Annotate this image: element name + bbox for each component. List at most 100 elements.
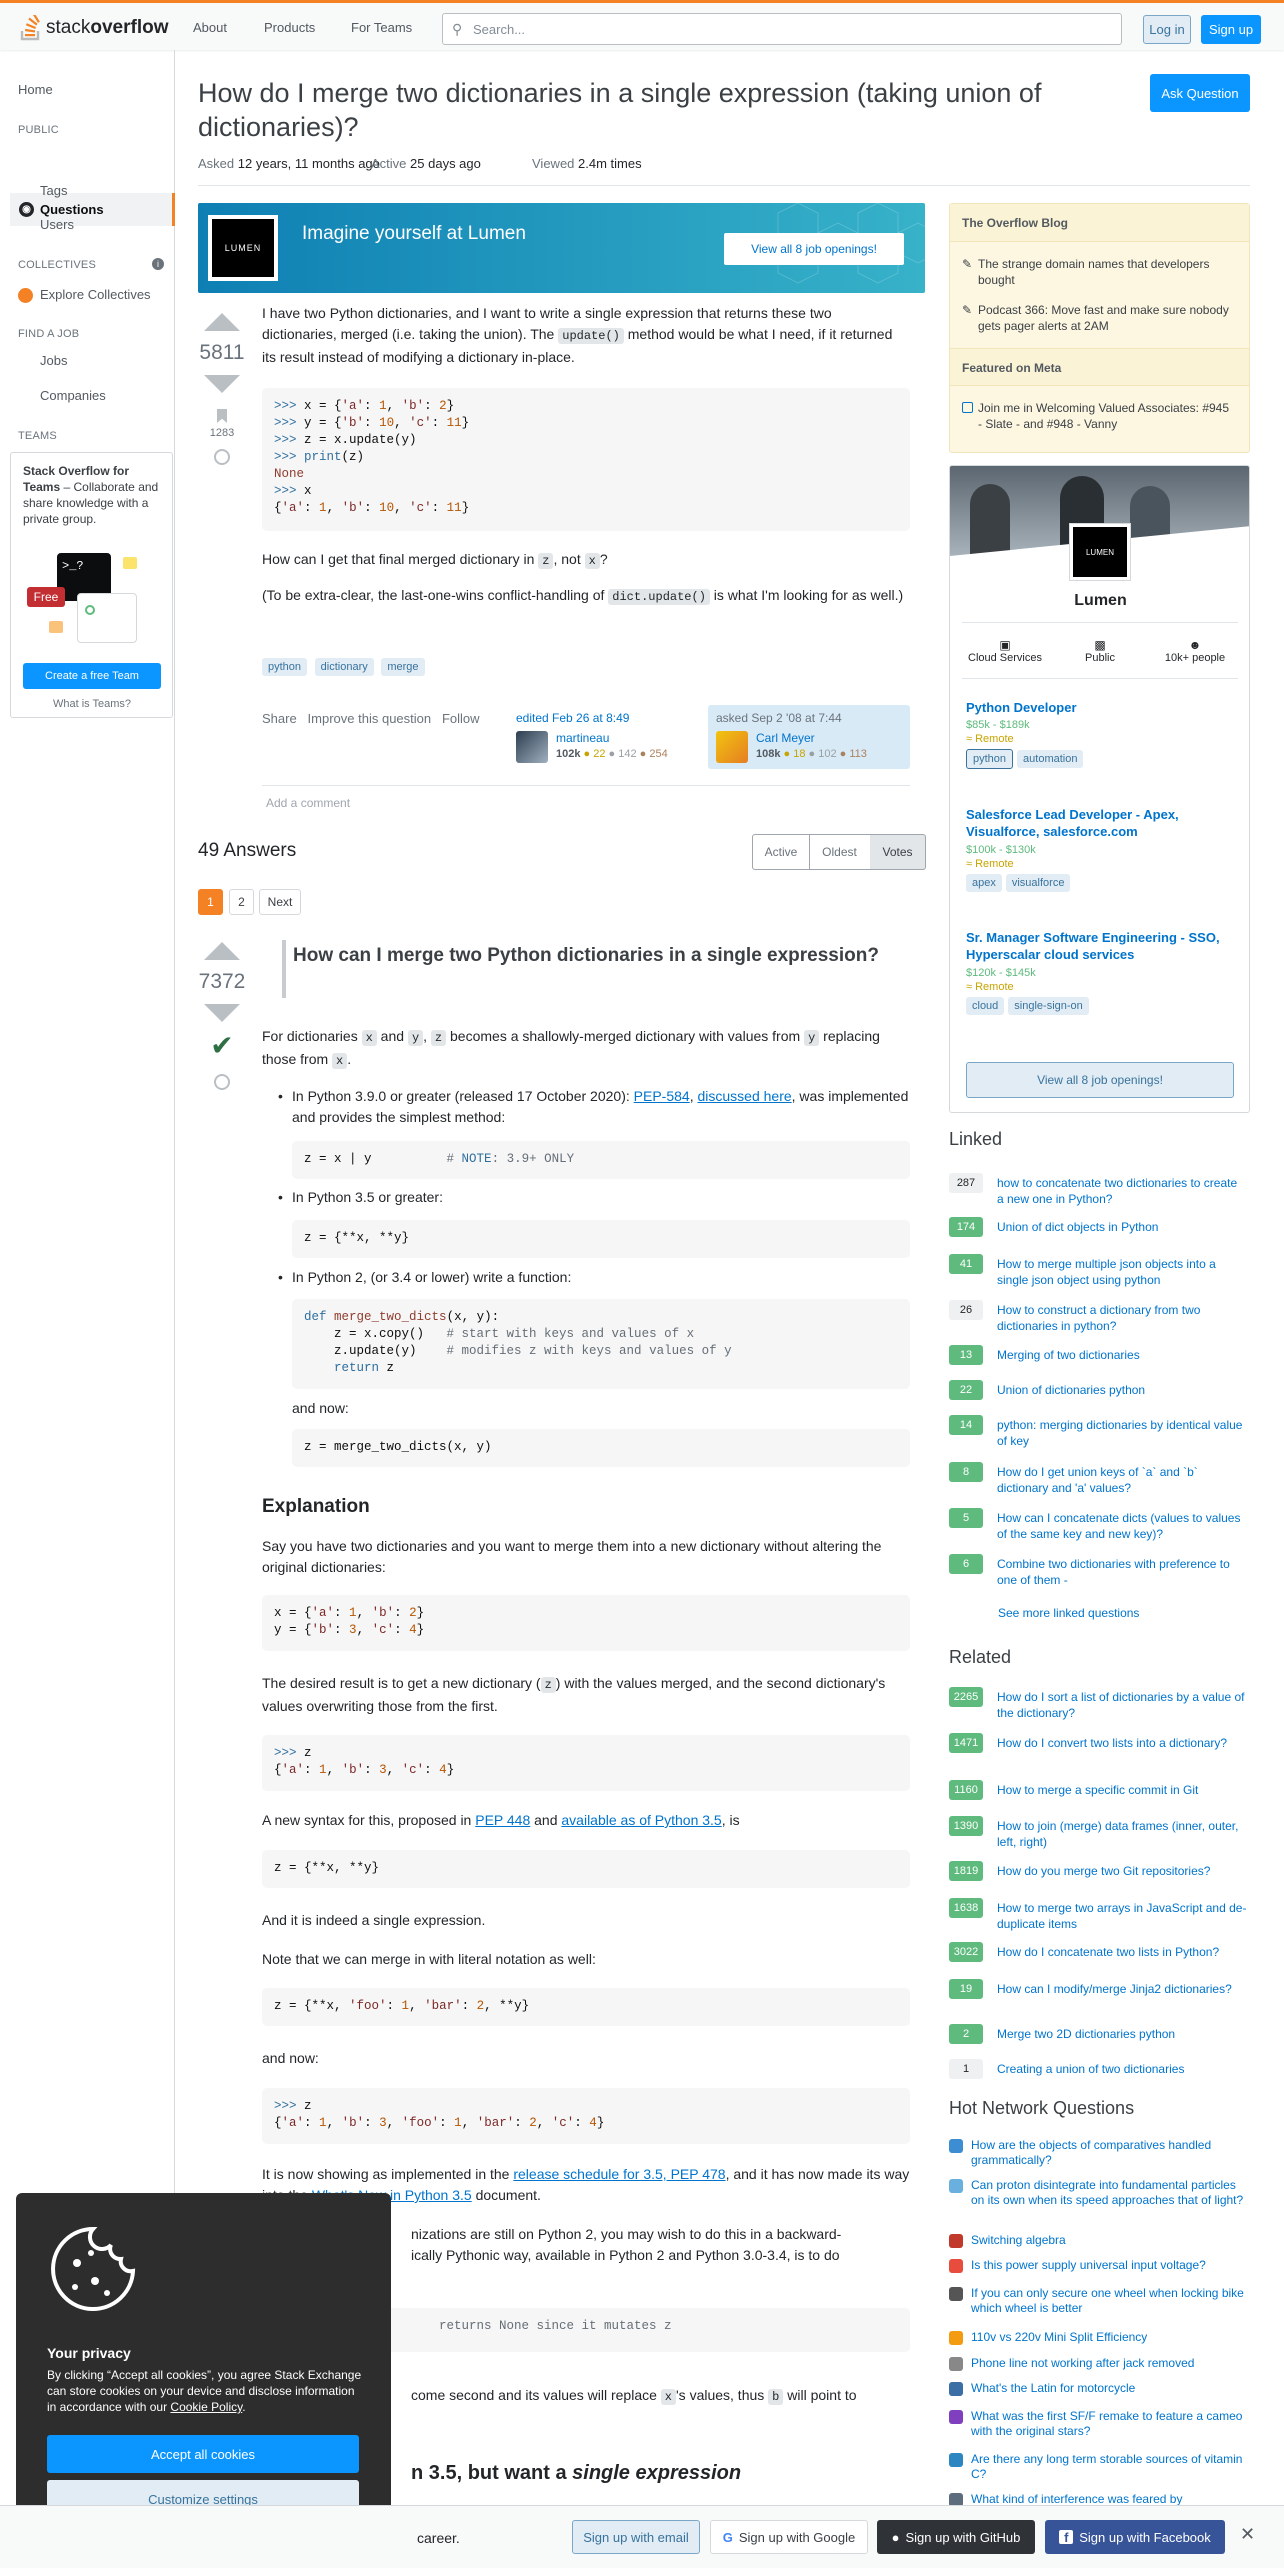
linked-title[interactable]: python: merging dictionaries by identica… — [997, 1417, 1247, 1449]
bookmark-icon[interactable] — [217, 409, 227, 423]
upvote-icon[interactable] — [204, 313, 240, 331]
related-title[interactable]: How can I modify/merge Jinja2 dictionari… — [997, 1981, 1247, 1997]
python35-link[interactable]: available as of Python 3.5 — [561, 1812, 721, 1828]
nav-tags[interactable]: Tags — [40, 183, 67, 198]
hnq-title[interactable]: What's the Latin for motorcycle — [971, 2381, 1246, 2396]
job-tag[interactable]: cloud — [966, 997, 1005, 1015]
page-next[interactable]: Next — [259, 889, 301, 915]
job-listing-3[interactable]: Sr. Manager Software Engineering - SSO, … — [966, 929, 1236, 1015]
create-team-button[interactable]: Create a free Team — [23, 663, 161, 689]
blog-item-2[interactable]: ✎ Podcast 366: Move fast and make sure no… — [962, 302, 1232, 334]
what-is-teams-link[interactable]: What is Teams? — [23, 696, 161, 712]
nav-companies[interactable]: Companies — [40, 388, 106, 403]
tag-dictionary[interactable]: dictionary — [314, 658, 374, 676]
related-title[interactable]: How to join (merge) data frames (inner, … — [997, 1818, 1247, 1850]
share-link[interactable]: Share — [262, 711, 297, 726]
linked-title[interactable]: Union of dict objects in Python — [997, 1219, 1247, 1235]
related-title[interactable]: How do I concatenate two lists in Python… — [997, 1944, 1247, 1960]
login-button[interactable]: Log in — [1143, 15, 1191, 44]
job-listing-2[interactable]: Salesforce Lead Developer - Apex, Visual… — [966, 806, 1236, 892]
page-1[interactable]: 1 — [198, 889, 223, 915]
banner-view-jobs-button[interactable]: View all 8 job openings! — [724, 233, 904, 265]
see-more-linked[interactable]: See more linked questions — [998, 1606, 1139, 1620]
linked-title[interactable]: how to concatenate two dictionaries to c… — [997, 1175, 1247, 1207]
hnq-title[interactable]: Phone line not working after jack remove… — [971, 2356, 1246, 2371]
hnq-title[interactable]: What was the first SF/F remake to featur… — [971, 2409, 1246, 2439]
close-icon[interactable]: ✕ — [1240, 2524, 1255, 2545]
job-tag[interactable]: visualforce — [1005, 874, 1071, 892]
company-name[interactable]: Lumen — [950, 592, 1249, 610]
stackoverflow-logo[interactable]: stack overflow — [20, 13, 168, 43]
discussed-here-link[interactable]: discussed here — [697, 1088, 791, 1104]
related-title[interactable]: How to merge a specific commit in Git — [997, 1782, 1247, 1798]
job-tag[interactable]: apex — [966, 874, 1002, 892]
history-icon[interactable] — [214, 1074, 230, 1090]
linked-title[interactable]: Merging of two dictionaries — [997, 1347, 1247, 1363]
downvote-icon[interactable] — [204, 375, 240, 393]
add-comment-link[interactable]: Add a comment — [266, 796, 350, 810]
pep448-link[interactable]: PEP 448 — [475, 1812, 530, 1828]
signup-google-button[interactable]: G Sign up with Google — [710, 2520, 868, 2554]
hnq-title[interactable]: How are the objects of comparatives hand… — [971, 2138, 1246, 2168]
nav-explore-collectives[interactable]: Explore Collectives — [40, 287, 151, 302]
linked-title[interactable]: Combine two dictionaries with preference… — [997, 1556, 1247, 1588]
hnq-title[interactable]: If you can only secure one wheel when lo… — [971, 2286, 1246, 2316]
asked-time[interactable]: asked Sep 2 '08 at 7:44 — [716, 711, 902, 725]
linked-title[interactable]: How to merge multiple json objects into … — [997, 1256, 1247, 1288]
nav-home[interactable]: Home — [18, 82, 53, 97]
nav-about[interactable]: About — [187, 17, 233, 38]
job-tag[interactable]: single-sign-on — [1008, 997, 1089, 1015]
search-input[interactable]: ⚲ Search... — [442, 13, 1122, 45]
release-schedule-link[interactable]: release schedule for 3.5, PEP 478 — [513, 2166, 725, 2182]
signup-facebook-button[interactable]: f Sign up with Facebook — [1045, 2520, 1225, 2554]
meta-item-1[interactable]: Join me in Welcoming Valued Associates: … — [962, 400, 1232, 432]
ask-question-button[interactable]: Ask Question — [1150, 74, 1250, 112]
linked-title[interactable]: How to construct a dictionary from two d… — [997, 1302, 1247, 1334]
edited-time[interactable]: edited Feb 26 at 8:49 — [516, 711, 690, 725]
linked-title[interactable]: How do I get union keys of `a` and `b` d… — [997, 1464, 1247, 1496]
history-icon[interactable] — [214, 449, 230, 465]
hnq-title[interactable]: Switching algebra — [971, 2233, 1246, 2248]
signup-button[interactable]: Sign up — [1201, 15, 1261, 44]
related-title[interactable]: Creating a union of two dictionaries — [997, 2061, 1247, 2077]
hnq-title[interactable]: Are there any long term storable sources… — [971, 2452, 1246, 2482]
upvote-icon[interactable] — [204, 942, 240, 960]
page-2[interactable]: 2 — [229, 889, 254, 915]
linked-title[interactable]: How can I concatenate dicts (values to v… — [997, 1510, 1247, 1542]
hnq-title[interactable]: 110v vs 220v Mini Split Efficiency — [971, 2330, 1246, 2345]
nav-for-teams[interactable]: For Teams — [345, 17, 418, 38]
related-title[interactable]: How do I sort a list of dictionaries by … — [997, 1689, 1247, 1721]
downvote-icon[interactable] — [204, 1004, 240, 1022]
job-tag[interactable]: automation — [1017, 750, 1084, 768]
tab-active[interactable]: Active — [752, 834, 810, 870]
cookie-policy-link[interactable]: Cookie Policy — [170, 2400, 242, 2414]
follow-link[interactable]: Follow — [442, 711, 480, 726]
editor-avatar[interactable] — [516, 731, 548, 763]
related-title[interactable]: Merge two 2D dictionaries python — [997, 2026, 1247, 2042]
editor-name[interactable]: martineau — [556, 731, 609, 745]
pep584-link[interactable]: PEP-584 — [634, 1088, 690, 1104]
job-listing-1[interactable]: Python Developer $85k - $189k ≈ Remote p… — [966, 700, 1236, 769]
asker-name[interactable]: Carl Meyer — [756, 731, 815, 745]
blog-item-1[interactable]: ✎ The strange domain names that developer… — [962, 256, 1232, 288]
hnq-title[interactable]: Is this power supply universal input vol… — [971, 2258, 1246, 2273]
hnq-title[interactable]: Can proton disintegrate into fundamental… — [971, 2178, 1246, 2208]
signup-github-button[interactable]: ● Sign up with GitHub — [877, 2520, 1035, 2554]
nav-users[interactable]: Users — [40, 217, 74, 232]
asker-avatar[interactable] — [716, 731, 748, 763]
related-title[interactable]: How do I convert two lists into a dictio… — [997, 1735, 1247, 1751]
improve-link[interactable]: Improve this question — [308, 711, 432, 726]
job-tag[interactable]: python — [966, 749, 1014, 769]
nav-products[interactable]: Products — [258, 17, 321, 38]
job-banner[interactable]: LUMEN Imagine yourself at Lumen View all… — [198, 203, 925, 293]
tag-python[interactable]: python — [262, 658, 308, 676]
linked-title[interactable]: Union of dictionaries python — [997, 1382, 1247, 1398]
tag-merge[interactable]: merge — [381, 658, 425, 676]
related-title[interactable]: How do you merge two Git repositories? — [997, 1863, 1247, 1879]
nav-jobs[interactable]: Jobs — [40, 353, 67, 368]
accept-cookies-button[interactable]: Accept all cookies — [47, 2435, 359, 2473]
question-title[interactable]: How do I merge two dictionaries in a sin… — [198, 76, 1108, 144]
nav-questions[interactable]: ◉ Questions — [10, 193, 175, 226]
tab-votes[interactable]: Votes — [870, 834, 926, 870]
related-title[interactable]: How to merge two arrays in JavaScript an… — [997, 1900, 1247, 1932]
